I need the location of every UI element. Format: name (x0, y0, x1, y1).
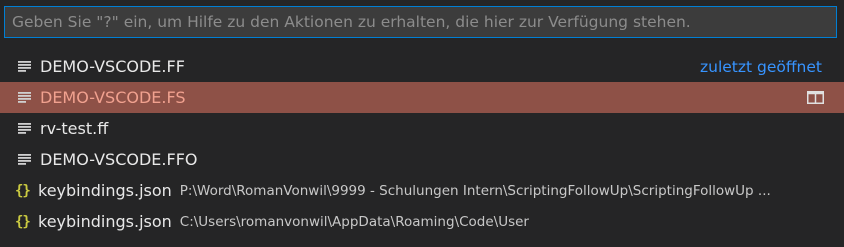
list-item[interactable]: rv-test.ff (0, 113, 844, 144)
list-item-label: DEMO-VSCODE.FS (40, 88, 186, 107)
quick-open-search-input[interactable] (5, 7, 836, 37)
file-lines-icon (18, 122, 33, 136)
list-item-path: C:\Users\romanvonwil\AppData\Roaming\Cod… (179, 213, 529, 230)
recently-opened-label: zuletzt geöffnet (700, 57, 822, 76)
list-item[interactable]: {} keybindings.json C:\Users\romanvonwil… (0, 206, 844, 237)
file-lines-icon (18, 91, 33, 105)
json-braces-icon: {} (15, 182, 31, 199)
file-lines-icon (18, 153, 33, 167)
quick-open-input-box[interactable] (4, 6, 837, 38)
file-lines-icon (18, 237, 33, 247)
file-lines-icon (18, 60, 33, 74)
list-item-label: keybindings.json (38, 212, 172, 231)
quick-open-results-list: DEMO-VSCODE.FF zuletzt geöffnet DEMO-VSC… (0, 51, 844, 247)
list-item[interactable]: DEMO-VSCODE.FF zuletzt geöffnet (0, 51, 844, 82)
split-editor-icon[interactable] (807, 91, 824, 104)
list-item[interactable]: DEMO-VSCODE.FFO (0, 144, 844, 175)
list-item-partial (0, 237, 844, 247)
quick-open-widget: DEMO-VSCODE.FF zuletzt geöffnet DEMO-VSC… (0, 0, 844, 247)
json-braces-icon: {} (15, 213, 31, 230)
list-item-label: keybindings.json (38, 181, 172, 200)
list-item-selected[interactable]: DEMO-VSCODE.FS (0, 82, 844, 113)
list-item-path: P:\Word\RomanVonwil\9999 - Schulungen In… (179, 182, 771, 199)
list-item[interactable]: {} keybindings.json P:\Word\RomanVonwil\… (0, 175, 844, 206)
list-item-label: rv-test.ff (40, 119, 109, 138)
list-item-label: DEMO-VSCODE.FFO (40, 150, 198, 169)
list-item-label: DEMO-VSCODE.FF (40, 57, 185, 76)
